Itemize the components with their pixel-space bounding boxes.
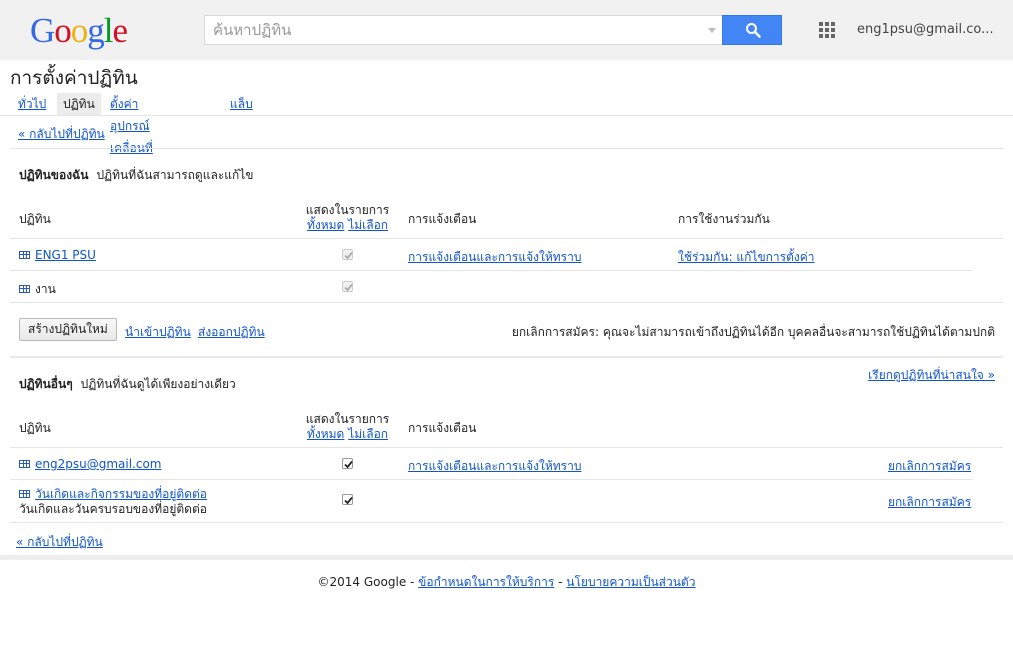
other-calendars-title: ปฏิทินอื่นๆ <box>19 377 73 391</box>
export-calendar-link[interactable]: ส่งออกปฏิทิน <box>198 323 265 342</box>
logo-letter: e <box>112 11 129 50</box>
column-calendar: ปฏิทิน <box>19 421 51 435</box>
table-row: งาน <box>19 280 56 299</box>
column-calendar: ปฏิทิน <box>19 212 51 226</box>
tab-mobile-setup[interactable]: ตั้งค่าอุปกรณ์เคลื่อนที่ <box>104 93 159 155</box>
calendar-description: วันเกิดและวันครบรอบของที่อยู่ติดต่อ <box>19 502 207 516</box>
row-divider <box>10 479 973 480</box>
calendar-icon <box>19 250 30 259</box>
logo-letter: G <box>30 11 55 50</box>
apps-grid-icon[interactable] <box>819 22 835 38</box>
google-logo[interactable]: Google <box>30 11 129 51</box>
footer-separator: - <box>406 575 419 589</box>
divider <box>10 447 1003 448</box>
show-none-link[interactable]: ไม่เลือก <box>348 427 388 441</box>
logo-letter: l <box>103 11 114 50</box>
browse-interesting-calendars-link[interactable]: เรียกดูปฏิทินที่น่าสนใจ » <box>868 366 995 385</box>
notifications-link[interactable]: การแจ้งเตือนและการแจ้งให้ทราบ <box>408 248 581 267</box>
top-bar: Google eng1psu@gmail.co... <box>0 0 1013 60</box>
show-in-list-label: แสดงในรายการ <box>305 412 390 426</box>
column-notifications: การแจ้งเตือน <box>408 212 477 226</box>
logo-letter: o <box>54 11 71 50</box>
footer: ©2014 Google - ข้อกำหนดในการให้บริการ - … <box>0 573 1013 592</box>
divider <box>10 302 1003 303</box>
logo-letter: g <box>87 11 104 50</box>
calendar-name-link[interactable]: วันเกิดและกิจกรรมของที่อยู่ติดต่อ <box>35 487 207 501</box>
search-input[interactable] <box>205 16 685 44</box>
show-none-link[interactable]: ไม่เลือก <box>348 218 388 232</box>
search-button[interactable] <box>722 15 782 45</box>
search-box <box>204 15 722 45</box>
my-calendars-heading: ปฏิทินของฉัน ปฏิทินที่ฉันสามารถดูและแก้ไข <box>19 166 254 185</box>
search-options-caret-icon[interactable] <box>708 28 716 33</box>
show-all-link[interactable]: ทั้งหมด <box>307 218 344 232</box>
calendar-icon <box>19 284 30 293</box>
footer-band <box>0 555 1013 560</box>
show-in-list-checkbox[interactable] <box>342 458 353 469</box>
table-row: ENG1 PSU <box>19 248 96 262</box>
row-divider <box>10 270 973 271</box>
column-sharing: การใช้งานร่วมกัน <box>678 212 770 226</box>
calendar-name: งาน <box>35 282 56 296</box>
divider <box>10 522 1003 523</box>
divider <box>10 238 1003 239</box>
create-calendar-button[interactable]: สร้างปฏิทินใหม่ <box>19 318 117 341</box>
footer-separator: - <box>554 575 567 589</box>
calendar-name-link[interactable]: ENG1 PSU <box>35 248 96 262</box>
my-calendars-subtitle: ปฏิทินที่ฉันสามารถดูและแก้ไข <box>96 168 254 182</box>
show-in-list-label: แสดงในรายการ <box>305 203 390 217</box>
tab-calendars[interactable]: ปฏิทิน <box>57 93 101 115</box>
tab-general[interactable]: ทั่วไป <box>12 93 52 115</box>
unsubscribe-link[interactable]: ยกเลิกการสมัคร <box>888 457 971 476</box>
terms-of-service-link[interactable]: ข้อกำหนดในการให้บริการ <box>418 575 554 589</box>
show-in-list-checkbox[interactable] <box>342 281 353 292</box>
table-row: วันเกิดและกิจกรรมของที่อยู่ติดต่อ วันเกิ… <box>19 487 207 517</box>
show-in-list-toggles: ทั้งหมด ไม่เลือก <box>300 218 395 233</box>
tabs-divider <box>0 115 1013 116</box>
other-calendars-heading: ปฏิทินอื่นๆ ปฏิทินที่ฉันดูได้เพียงอย่างเด… <box>19 375 236 394</box>
account-email[interactable]: eng1psu@gmail.co... <box>857 22 994 37</box>
show-in-list-checkbox[interactable] <box>342 249 353 260</box>
sharing-settings-link[interactable]: ใช้ร่วมกัน: แก้ไขการตั้งค่า <box>678 248 815 267</box>
table-row: eng2psu@gmail.com <box>19 457 162 471</box>
column-show-in-list: แสดงในรายการ ทั้งหมด ไม่เลือก <box>300 203 395 233</box>
column-show-in-list: แสดงในรายการ ทั้งหมด ไม่เลือก <box>300 412 395 442</box>
other-calendars-subtitle: ปฏิทินที่ฉันดูได้เพียงอย่างเดียว <box>80 377 236 391</box>
my-calendars-title: ปฏิทินของฉัน <box>19 168 89 182</box>
show-all-link[interactable]: ทั้งหมด <box>307 427 344 441</box>
back-to-calendar-link[interactable]: « กลับไปที่ปฏิทิน <box>18 125 105 144</box>
section-divider <box>10 356 1003 358</box>
unsubscribe-note: ยกเลิกการสมัคร: คุณจะไม่สามารถเข้าถึงปฏิ… <box>511 325 995 339</box>
divider <box>10 148 1003 149</box>
import-calendar-link[interactable]: นำเข้าปฏิทิน <box>125 323 191 342</box>
privacy-policy-link[interactable]: นโยบายความเป็นส่วนตัว <box>566 575 695 589</box>
show-in-list-checkbox[interactable] <box>342 494 353 505</box>
logo-letter: o <box>70 11 88 50</box>
calendar-name-link[interactable]: eng2psu@gmail.com <box>35 457 162 471</box>
search-icon <box>746 23 761 38</box>
back-to-calendar-link-bottom[interactable]: « กลับไปที่ปฏิทิน <box>16 533 103 552</box>
copyright: ©2014 Google <box>317 575 407 589</box>
calendar-icon <box>19 459 30 468</box>
unsubscribe-link[interactable]: ยกเลิกการสมัคร <box>888 493 971 512</box>
page-title: การตั้งค่าปฏิทิน <box>10 67 138 89</box>
column-notifications: การแจ้งเตือน <box>408 421 477 435</box>
show-in-list-toggles: ทั้งหมด ไม่เลือก <box>300 427 395 442</box>
notifications-link[interactable]: การแจ้งเตือนและการแจ้งให้ทราบ <box>408 457 581 476</box>
calendar-icon <box>19 489 30 498</box>
tab-labs[interactable]: แล็บ <box>224 93 259 115</box>
